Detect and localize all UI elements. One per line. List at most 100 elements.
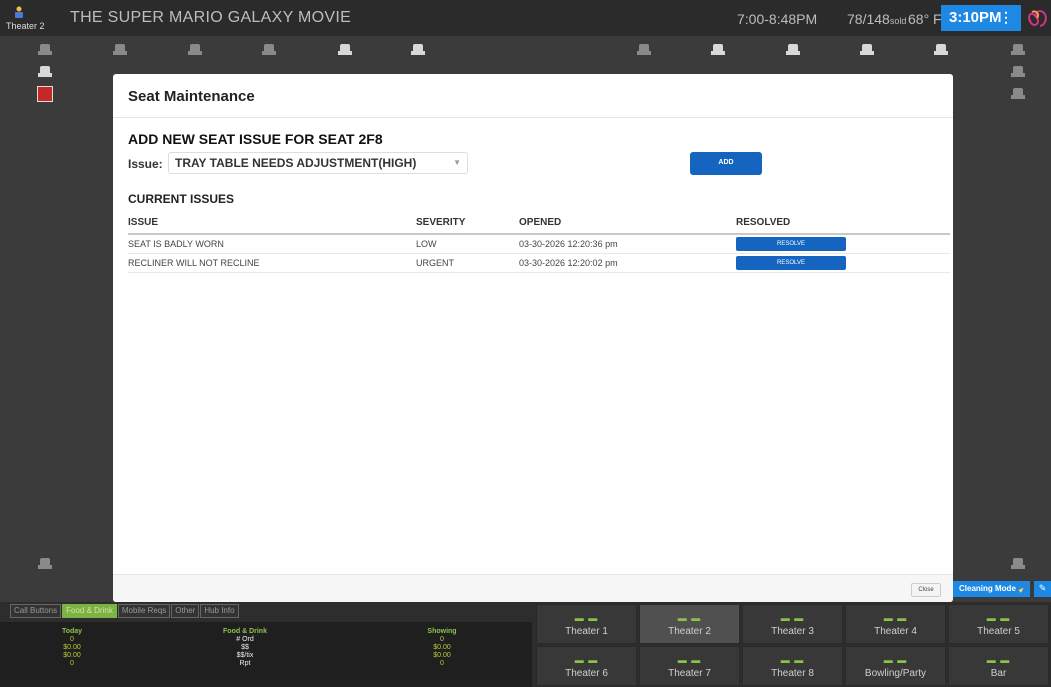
stats-panel: Today 0 $0.00 $0.00 0 Food & Drink # Ord… (0, 622, 532, 687)
stats-label: Rpt (239, 660, 251, 667)
seat-icon[interactable] (262, 44, 276, 56)
tab-call-buttons[interactable]: Call Buttons (10, 604, 62, 618)
seat-icon[interactable] (1011, 44, 1025, 56)
seat-issue-icon[interactable] (37, 86, 53, 102)
theater-button-bar[interactable]: ▬ ▬ Bar (948, 646, 1049, 686)
modal-footer: Close (113, 574, 953, 602)
theater-badge[interactable]: Theater 2 (6, 3, 54, 33)
stats-header: Showing (427, 628, 457, 635)
theater-button-2[interactable]: ▬ ▬ Theater 2 (639, 604, 740, 644)
seat-icon[interactable] (1011, 88, 1025, 100)
column-header: RESOLVED (736, 212, 950, 235)
stats-today: Today 0 $0.00 $0.00 0 (12, 628, 132, 668)
chevron-down-icon: ▼ (453, 158, 461, 167)
theater-name: Theater 8 (771, 668, 814, 679)
status-indicator: ▬ ▬ (883, 655, 908, 665)
issue-label: Issue: (128, 157, 163, 171)
resolve-button[interactable]: RESOLVE (736, 255, 846, 270)
theater-name: Theater 1 (565, 626, 608, 637)
edit-icon[interactable]: ✎ (1034, 581, 1051, 597)
seat-icon[interactable] (1011, 66, 1025, 78)
seat-icon[interactable] (38, 66, 52, 78)
theater-button-6[interactable]: ▬ ▬ Theater 6 (536, 646, 637, 686)
issue-select-value: TRAY TABLE NEEDS ADJUSTMENT(HIGH) (175, 156, 417, 170)
column-header: SEVERITY (416, 212, 519, 235)
status-indicator: ▬ ▬ (780, 613, 805, 623)
status-indicator: ▬ ▬ (986, 613, 1011, 623)
cleaning-mode-button[interactable]: Cleaning Mode 🧹 (953, 581, 1030, 597)
theater-name: Theater 6 (565, 668, 608, 679)
status-indicator: ▬ ▬ (986, 655, 1011, 665)
seat-icon[interactable] (711, 44, 725, 56)
table-row: SEAT IS BADLY WORN LOW 03-30-2026 12:20:… (128, 234, 950, 254)
column-header: OPENED (519, 212, 736, 235)
cleaning-mode-label: Cleaning Mode (959, 584, 1016, 593)
tab-other[interactable]: Other (171, 604, 200, 618)
theater-button-4[interactable]: ▬ ▬ Theater 4 (845, 604, 946, 644)
status-indicator: ▬ ▬ (780, 655, 805, 665)
add-button[interactable]: ADD (690, 152, 762, 175)
seat-icon[interactable] (637, 44, 651, 56)
stats-value: 0 (440, 660, 444, 667)
seat-icon[interactable] (786, 44, 800, 56)
tab-food-drink[interactable]: Food & Drink (62, 604, 117, 618)
showtime: 7:00-8:48PM (737, 11, 818, 27)
stats-label: $$ (241, 644, 249, 651)
kebab-menu-icon[interactable]: ⋮ (999, 9, 1013, 26)
stats-label: $$/tix (236, 652, 254, 659)
issue-cell: RECLINER WILL NOT RECLINE (128, 253, 416, 273)
theater-name: Theater 3 (771, 626, 814, 637)
seat-icon[interactable] (860, 44, 874, 56)
add-issue-heading: ADD NEW SEAT ISSUE FOR SEAT 2F8 (128, 131, 383, 147)
severity-cell: LOW (416, 234, 519, 254)
stats-value: $0.00 (63, 652, 81, 659)
usher-icon (15, 6, 23, 18)
status-indicator: ▬ ▬ (677, 655, 702, 665)
theater-name: Theater 5 (977, 626, 1020, 637)
seat-icon[interactable] (1011, 558, 1025, 570)
seat-icon[interactable] (338, 44, 352, 56)
seat-icon[interactable] (38, 558, 52, 570)
temperature: 68° F (908, 11, 942, 27)
issue-cell: SEAT IS BADLY WORN (128, 234, 416, 254)
top-bar: Theater 2 THE SUPER MARIO GALAXY MOVIE 7… (0, 0, 1051, 36)
theater-button-3[interactable]: ▬ ▬ Theater 3 (742, 604, 843, 644)
theater-name: Theater 2 (668, 626, 711, 637)
stats-food-drink: Food & Drink # Ord $$ $$/tix Rpt (185, 628, 305, 668)
seat-icon[interactable] (113, 44, 127, 56)
stats-value: 0 (70, 636, 74, 643)
stats-value: $0.00 (433, 652, 451, 659)
column-header: ISSUE (128, 212, 416, 235)
movie-title: THE SUPER MARIO GALAXY MOVIE (70, 9, 352, 26)
theater-button-7[interactable]: ▬ ▬ Theater 7 (639, 646, 740, 686)
stats-header: Today (61, 628, 83, 635)
seat-icon[interactable] (188, 44, 202, 56)
stats-value: $0.00 (63, 644, 81, 651)
stats-label: # Ord (236, 636, 254, 643)
theater-name: Bowling/Party (864, 668, 927, 679)
tab-hub-info[interactable]: Hub Info (200, 604, 239, 618)
close-button[interactable]: Close (911, 583, 941, 597)
theater-grid: ▬ ▬ Theater 1 ▬ ▬ Theater 2 ▬ ▬ Theater 3 ▬… (536, 604, 1051, 687)
theater-badge-label: Theater 2 (6, 21, 45, 31)
theater-button-bowling[interactable]: ▬ ▬ Bowling/Party (845, 646, 946, 686)
issues-table: ISSUE SEVERITY OPENED RESOLVED SEAT IS B… (128, 212, 950, 273)
table-row: RECLINER WILL NOT RECLINE URGENT 03-30-2… (128, 253, 950, 273)
theater-button-8[interactable]: ▬ ▬ Theater 8 (742, 646, 843, 686)
severity-cell: URGENT (416, 253, 519, 273)
status-indicator: ▬ ▬ (574, 655, 599, 665)
theater-button-1[interactable]: ▬ ▬ Theater 1 (536, 604, 637, 644)
status-indicator: ▬ ▬ (883, 613, 908, 623)
theater-button-5[interactable]: ▬ ▬ Theater 5 (948, 604, 1049, 644)
tab-mobile-reqs[interactable]: Mobile Reqs (117, 604, 171, 618)
clock-button[interactable]: 3:10PM ⋮ (941, 5, 1021, 31)
stats-value: 0 (440, 636, 444, 643)
bottom-tabs: Call Buttons Food & Drink Mobile Reqs Other… (10, 604, 240, 619)
seat-icon[interactable] (934, 44, 948, 56)
resolve-button[interactable]: RESOLVE (736, 236, 846, 251)
seat-icon[interactable] (411, 44, 425, 56)
logo-swirl-icon (1028, 10, 1047, 27)
seat-icon[interactable] (38, 44, 52, 56)
sold-suffix: sold (889, 16, 907, 26)
issue-select[interactable]: TRAY TABLE NEEDS ADJUSTMENT(HIGH) ▼ (168, 152, 468, 174)
